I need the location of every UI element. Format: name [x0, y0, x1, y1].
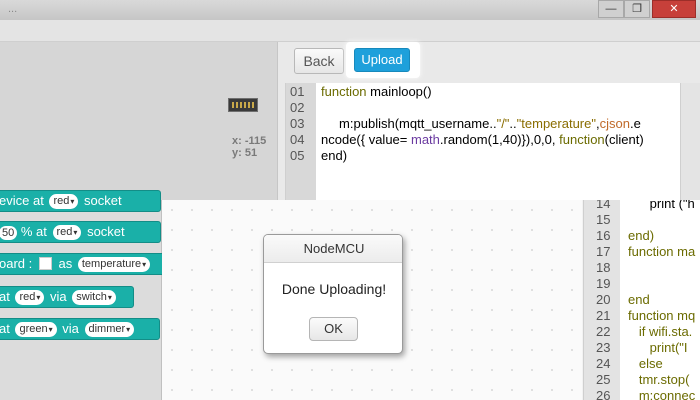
code-line: if wifi.sta.	[628, 324, 693, 339]
line-number: 03	[290, 116, 305, 131]
dropdown-value: temperature	[81, 258, 142, 270]
block-label: evice at	[0, 193, 44, 208]
line-number: 02	[290, 100, 305, 115]
block-label: oard :	[0, 256, 33, 271]
scrollbar[interactable]	[680, 83, 700, 200]
block-device-socket[interactable]: evice at red▾ socket	[0, 190, 161, 212]
line-number: 24	[596, 356, 611, 371]
block-label: via	[62, 321, 79, 336]
line-number: 15	[596, 212, 611, 227]
line-number: 22	[596, 324, 611, 339]
line-number: 21	[596, 308, 611, 323]
code-line: end)	[321, 148, 348, 163]
line-number: 23	[596, 340, 611, 355]
line-number: 25	[596, 372, 611, 387]
line-number: 18	[596, 260, 611, 275]
window-title: ...	[8, 3, 18, 15]
line-number: 05	[290, 148, 305, 163]
code-line: end)	[628, 228, 655, 243]
mode-dropdown[interactable]: dimmer▾	[84, 322, 135, 337]
block-palette: evice at red▾ socket 50 % at red▾ socket…	[0, 190, 165, 400]
code-line: else	[628, 356, 663, 371]
dialog-title: NodeMCU	[264, 235, 402, 263]
code-line: end	[628, 292, 650, 307]
upload-button[interactable]: Upload	[354, 48, 410, 72]
code-line: print ("h	[628, 200, 695, 211]
block-label: % at	[20, 224, 47, 239]
block-label: at	[0, 289, 10, 304]
block-percent-socket[interactable]: 50 % at red▾ socket	[0, 221, 161, 243]
color-dropdown[interactable]: red▾	[49, 194, 79, 209]
minimize-icon[interactable]: —	[598, 0, 624, 18]
toolbar	[0, 20, 700, 42]
code-line: m:connec	[628, 388, 696, 400]
code-line: function mq	[628, 308, 696, 323]
code-line: print("I	[628, 340, 688, 355]
coord-x: x: -115	[232, 135, 267, 147]
color-dropdown[interactable]: red▾	[15, 290, 45, 305]
block-via-dimmer[interactable]: at green▾ via dimmer▾	[0, 318, 160, 340]
close-icon[interactable]: ✕	[652, 0, 696, 18]
dropdown-value: red	[56, 226, 73, 238]
line-number: 04	[290, 132, 305, 147]
code-line: ncode({ value= math.random(1,40)}),0,0, …	[321, 132, 644, 147]
coord-y: y: 51	[232, 147, 258, 159]
mode-dropdown[interactable]: switch▾	[72, 290, 116, 305]
back-button[interactable]: Back	[294, 48, 344, 74]
dropdown-value: red	[19, 291, 36, 303]
code-editor-right[interactable]: 14 print ("h 15 16 end) 17 function ma 1…	[583, 200, 700, 400]
dropdown-value: switch	[76, 291, 107, 303]
line-number: 19	[596, 276, 611, 291]
dialog-message: Done Uploading!	[281, 281, 387, 297]
block-label: at	[0, 321, 10, 336]
upload-dialog: NodeMCU Done Uploading! OK	[263, 234, 403, 354]
line-number: 01	[290, 84, 305, 99]
ok-button[interactable]: OK	[309, 317, 358, 341]
color-dropdown[interactable]: red▾	[52, 225, 82, 240]
block-label: socket	[83, 193, 122, 208]
code-line: function ma	[628, 244, 696, 259]
block-label: as	[58, 256, 73, 271]
coordinate-readout: x: -115 y: 51	[232, 135, 266, 159]
checkbox[interactable]	[38, 257, 52, 270]
dropdown-value: dimmer	[88, 323, 126, 335]
title-bar: ... — ❐ ✕	[0, 0, 700, 20]
sensor-dropdown[interactable]: temperature▾	[77, 257, 151, 272]
line-number: 26	[596, 388, 611, 400]
color-dropdown[interactable]: green▾	[15, 322, 57, 337]
code-editor-top[interactable]: 01 function mainloop() 02 03 m:publish(m…	[285, 83, 680, 200]
nodemcu-board-icon[interactable]	[228, 98, 258, 112]
board-workspace: x: -115 y: 51	[0, 42, 278, 200]
maximize-icon[interactable]: ❐	[624, 0, 650, 18]
number-input[interactable]: 50	[0, 226, 18, 240]
line-number: 17	[596, 244, 611, 259]
dropdown-value: red	[53, 195, 70, 207]
line-number: 16	[596, 228, 611, 243]
block-board-as[interactable]: oard : as temperature▾	[0, 253, 165, 275]
line-number: 14	[596, 200, 611, 211]
code-line: m:publish(mqtt_username.."/".."temperatu…	[321, 116, 641, 131]
dropdown-value: green	[19, 323, 48, 335]
block-label: socket	[87, 224, 125, 239]
line-number: 20	[596, 292, 611, 307]
block-via-switch[interactable]: at red▾ via switch▾	[0, 286, 134, 308]
block-label: via	[50, 289, 67, 304]
code-line: function mainloop()	[321, 84, 432, 99]
code-line: tmr.stop(	[628, 372, 690, 387]
